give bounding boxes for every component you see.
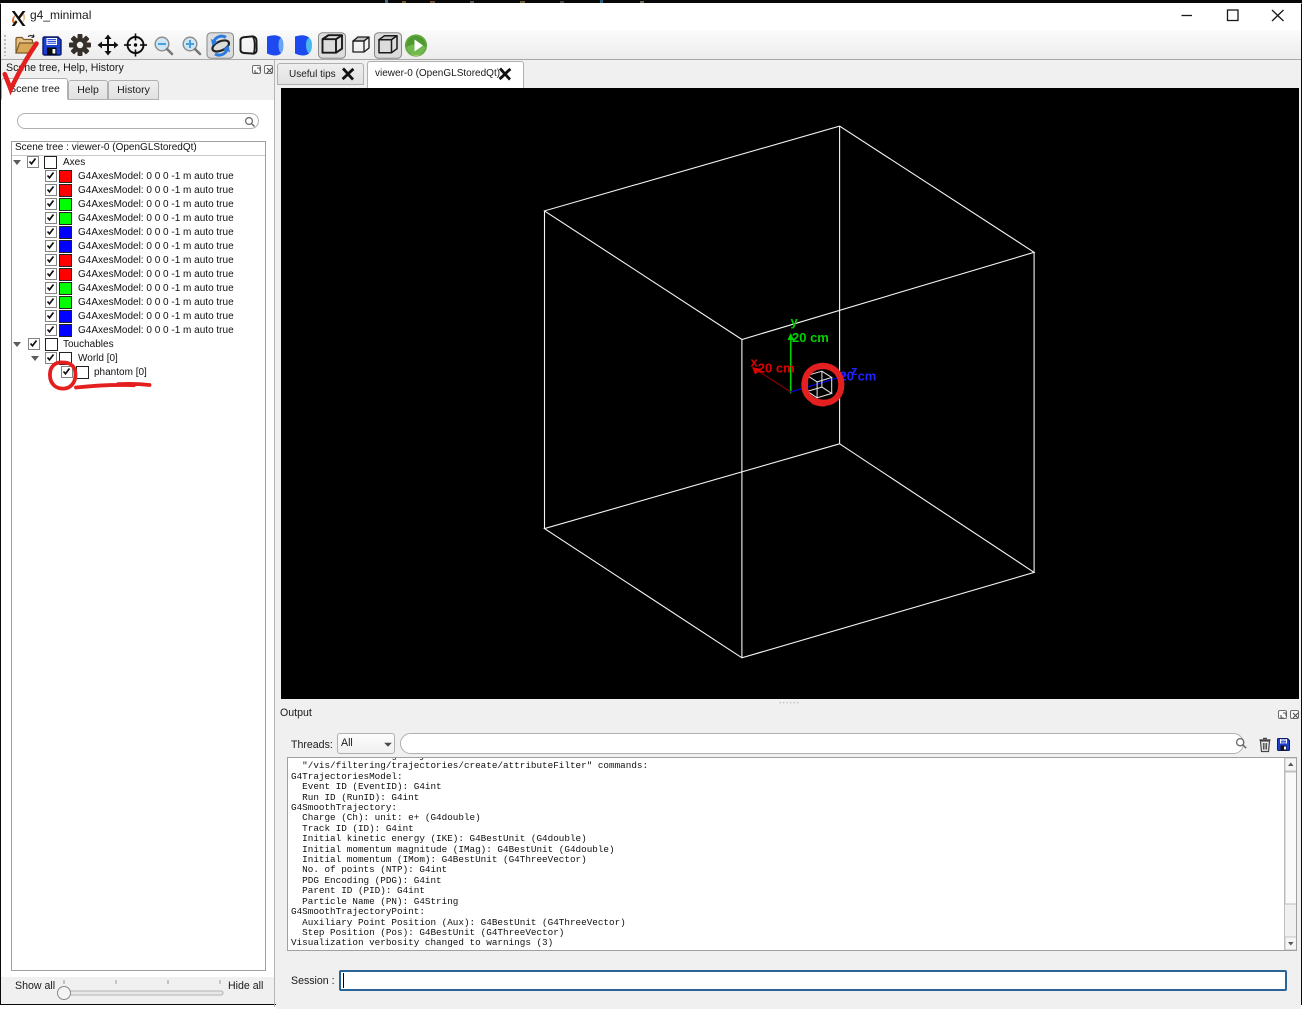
svg-text:20 cm: 20 cm [758, 361, 795, 376]
svg-text:20 cm: 20 cm [840, 369, 877, 384]
svg-text:20 cm: 20 cm [792, 330, 829, 345]
svg-text:y: y [791, 314, 799, 329]
